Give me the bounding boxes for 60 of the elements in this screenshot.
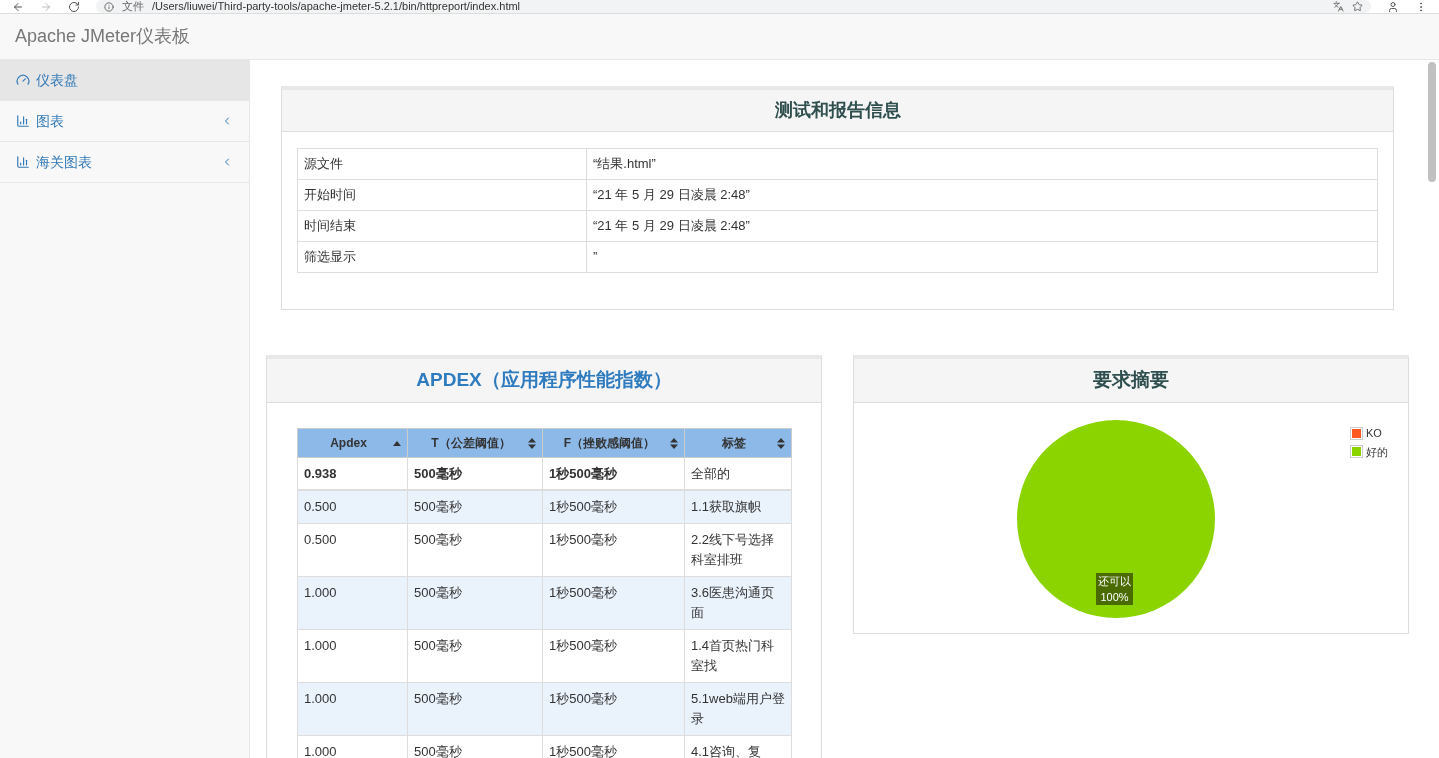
sidebar-label: 图表	[36, 111, 65, 131]
column-header[interactable]: 标签	[684, 428, 792, 458]
table-cell: 500毫秒	[407, 682, 543, 735]
info-icon	[104, 1, 114, 12]
table-cell: 1秒500毫秒	[542, 523, 685, 576]
bar-chart-icon	[16, 155, 30, 169]
gauge-icon	[16, 73, 30, 87]
scheme-label: 文件	[122, 0, 144, 13]
panel-title: APDEX（应用程序性能指数）	[416, 368, 672, 393]
info-value: “21 年 5 月 29 日凌晨 2:48”	[586, 179, 1378, 211]
app-title: Apache JMeter仪表板	[15, 25, 191, 48]
address-bar[interactable]: 文件 /Users/liuwei/Third-party-tools/apache-jmeter-5.2.1/bin/httpreport/index.html	[96, 0, 1371, 13]
table-cell: 1.4首页热门科室找	[684, 629, 792, 682]
info-key: 源文件	[297, 148, 587, 180]
table-cell: 0.500	[297, 523, 408, 576]
legend-label: KO	[1366, 426, 1382, 441]
table-cell: 1.000	[297, 629, 408, 682]
table-cell: 1.1获取旗帜	[684, 489, 792, 523]
sidebar-item[interactable]: 仪表盘	[0, 60, 249, 101]
translate-icon[interactable]	[1333, 1, 1344, 12]
legend-label: 好的	[1366, 444, 1388, 460]
sidebar-label: 仪表盘	[36, 70, 79, 90]
panel-title: 测试和报告信息	[774, 99, 901, 122]
table-cell: 500毫秒	[407, 576, 543, 629]
info-key: 开始时间	[297, 179, 587, 211]
table-cell: 3.6医患沟通页面	[684, 576, 792, 629]
info-value: “结果.html”	[586, 148, 1378, 180]
column-header[interactable]: F（挫败感阈值）	[542, 428, 685, 458]
slice-label: 还可以 100%	[1096, 573, 1133, 605]
summary-cell: 0.938	[297, 457, 408, 490]
table-cell: 5.1web端用户登录	[684, 682, 792, 735]
back-icon[interactable]	[12, 0, 24, 13]
profile-icon[interactable]	[1387, 0, 1399, 13]
table-cell: 1秒500毫秒	[542, 489, 685, 523]
star-icon[interactable]	[1352, 1, 1363, 12]
bar-chart-icon	[16, 114, 30, 128]
reload-icon[interactable]	[68, 0, 80, 13]
table-cell: 0.500	[297, 489, 408, 523]
table-cell: 500毫秒	[407, 489, 543, 523]
info-value: ”	[586, 241, 1378, 273]
table-cell: 2.2线下号选择科室排班	[684, 523, 792, 576]
table-cell: 1秒500毫秒	[542, 576, 685, 629]
legend-swatch	[1350, 426, 1363, 440]
sidebar-label: 海关图表	[36, 152, 93, 172]
table-cell: 1秒500毫秒	[542, 629, 685, 682]
url-text: /Users/liuwei/Third-party-tools/apache-jmeter-5.2.1/bin/httpreport/index.html	[152, 0, 521, 13]
column-header[interactable]: Apdex	[297, 428, 408, 458]
info-value: “21 年 5 月 29 日凌晨 2:48”	[586, 210, 1378, 242]
table-cell: 1秒500毫秒	[542, 682, 685, 735]
table-cell: 1.000	[297, 735, 408, 758]
table-cell: 500毫秒	[407, 629, 543, 682]
scrollbar[interactable]	[1428, 62, 1436, 182]
table-cell: 1.000	[297, 682, 408, 735]
table-cell: 1.000	[297, 576, 408, 629]
column-header[interactable]: T（公差阈值）	[407, 428, 543, 458]
legend-swatch	[1350, 445, 1363, 459]
panel-title: 要求摘要	[1093, 368, 1169, 393]
table-cell: 500毫秒	[407, 523, 543, 576]
info-key: 时间结束	[297, 210, 587, 242]
info-key: 筛选显示	[297, 241, 587, 273]
